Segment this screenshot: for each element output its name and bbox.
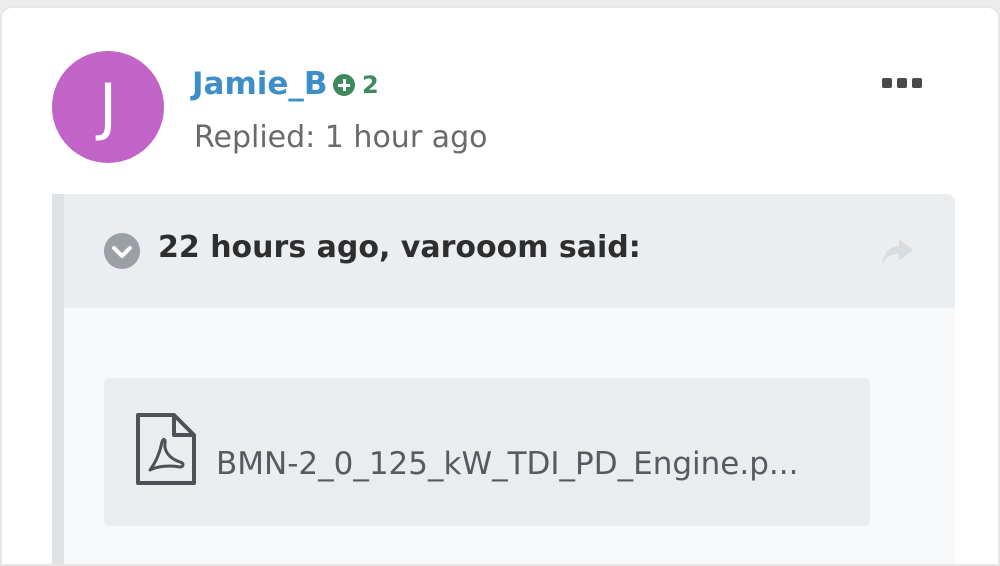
- pdf-file-icon: [134, 412, 198, 490]
- post-card: J Jamie_B 2 Replied: 1 hour ago 22 hours…: [0, 6, 1000, 566]
- chevron-down-icon[interactable]: [104, 233, 140, 269]
- avatar[interactable]: J: [52, 51, 164, 163]
- username-link[interactable]: Jamie_B: [192, 66, 328, 102]
- reputation-count: 2: [362, 71, 379, 99]
- quote-header: 22 hours ago, varooom said:: [64, 194, 955, 308]
- quote-citation: 22 hours ago, varooom said:: [158, 230, 641, 265]
- plus-circle-icon: [333, 74, 355, 96]
- file-attachment[interactable]: BMN-2_0_125_kW_TDI_PD_Engine.p...: [104, 378, 870, 526]
- more-options-icon[interactable]: [882, 78, 922, 88]
- attachment-file-name[interactable]: BMN-2_0_125_kW_TDI_PD_Engine.p...: [216, 446, 798, 482]
- quote-block: 22 hours ago, varooom said: BMN-2_0_125_…: [52, 194, 955, 564]
- share-arrow-icon[interactable]: [879, 237, 915, 271]
- reputation-badge[interactable]: 2: [333, 71, 379, 99]
- replied-timestamp: Replied: 1 hour ago: [194, 120, 488, 155]
